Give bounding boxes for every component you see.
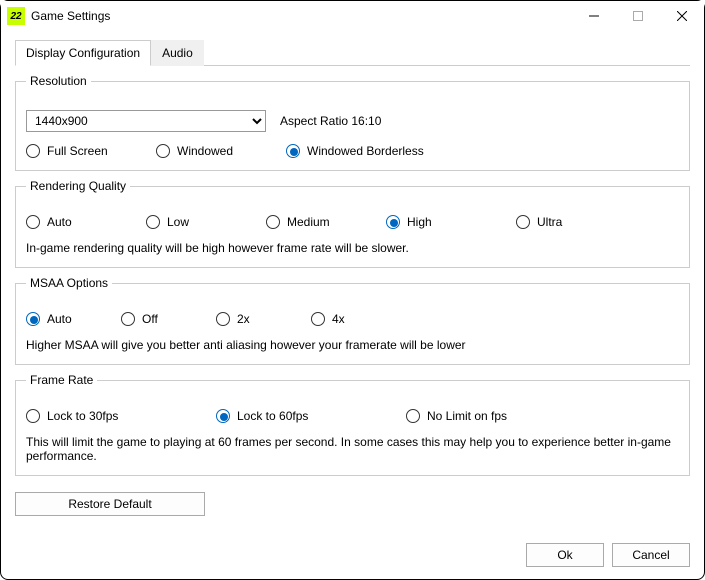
radio-msaa-2x[interactable]: 2x (216, 312, 311, 326)
radio-borderless[interactable]: Windowed Borderless (286, 144, 424, 158)
radio-quality-ultra[interactable]: Ultra (516, 215, 636, 229)
radio-label: Off (142, 312, 158, 326)
cancel-button[interactable]: Cancel (612, 543, 690, 567)
radio-icon (26, 312, 40, 326)
fieldset-quality: Rendering Quality Auto Low Medium High U… (15, 179, 690, 268)
legend-quality: Rendering Quality (26, 179, 130, 193)
radio-label: Windowed Borderless (307, 144, 424, 158)
radio-icon (26, 215, 40, 229)
radio-icon (216, 312, 230, 326)
radio-msaa-auto[interactable]: Auto (26, 312, 121, 326)
resolution-select[interactable]: 1440x900 (26, 110, 266, 132)
radio-icon (266, 215, 280, 229)
radio-fps-nolimit[interactable]: No Limit on fps (406, 409, 507, 423)
app-icon: 22 (7, 7, 25, 25)
radio-quality-auto[interactable]: Auto (26, 215, 146, 229)
radio-label: High (407, 215, 432, 229)
radio-icon (516, 215, 530, 229)
ok-button[interactable]: Ok (526, 543, 604, 567)
radio-windowed[interactable]: Windowed (156, 144, 286, 158)
radio-label: Auto (47, 215, 72, 229)
radio-icon (121, 312, 135, 326)
legend-msaa: MSAA Options (26, 276, 112, 290)
radio-icon (406, 409, 420, 423)
radio-icon (286, 144, 300, 158)
fps-description: This will limit the game to playing at 6… (26, 435, 679, 463)
fieldset-msaa: MSAA Options Auto Off 2x 4x Higher MSAA … (15, 276, 690, 365)
radio-msaa-off[interactable]: Off (121, 312, 216, 326)
fieldset-framerate: Frame Rate Lock to 30fps Lock to 60fps N… (15, 373, 690, 476)
radio-label: 2x (237, 312, 250, 326)
radio-quality-medium[interactable]: Medium (266, 215, 386, 229)
radio-quality-low[interactable]: Low (146, 215, 266, 229)
radio-icon (26, 409, 40, 423)
radio-msaa-4x[interactable]: 4x (311, 312, 406, 326)
radio-quality-high[interactable]: High (386, 215, 516, 229)
legend-framerate: Frame Rate (26, 373, 97, 387)
close-button[interactable] (660, 1, 704, 31)
content-area: Display Configuration Audio Resolution 1… (1, 31, 704, 530)
radio-label: Auto (47, 312, 72, 326)
radio-label: No Limit on fps (427, 409, 507, 423)
radio-label: Ultra (537, 215, 562, 229)
radio-label: Full Screen (47, 144, 108, 158)
radio-label: Lock to 30fps (47, 409, 118, 423)
radio-label: Medium (287, 215, 330, 229)
radio-icon (146, 215, 160, 229)
titlebar: 22 Game Settings (1, 1, 704, 31)
radio-fps-30[interactable]: Lock to 30fps (26, 409, 216, 423)
maximize-icon (633, 11, 643, 21)
radio-icon (386, 215, 400, 229)
tab-audio[interactable]: Audio (151, 40, 204, 66)
radio-fullscreen[interactable]: Full Screen (26, 144, 156, 158)
radio-icon (156, 144, 170, 158)
radio-label: Low (167, 215, 189, 229)
minimize-button[interactable] (572, 1, 616, 31)
minimize-icon (589, 11, 599, 21)
maximize-button[interactable] (616, 1, 660, 31)
tab-display[interactable]: Display Configuration (15, 40, 151, 66)
restore-default-button[interactable]: Restore Default (15, 492, 205, 516)
radio-fps-60[interactable]: Lock to 60fps (216, 409, 406, 423)
legend-resolution: Resolution (26, 74, 91, 88)
radio-icon (311, 312, 325, 326)
msaa-description: Higher MSAA will give you better anti al… (26, 338, 679, 352)
radio-icon (216, 409, 230, 423)
radio-label: Windowed (177, 144, 233, 158)
quality-description: In-game rendering quality will be high h… (26, 241, 679, 255)
radio-label: Lock to 60fps (237, 409, 308, 423)
radio-icon (26, 144, 40, 158)
radio-label: 4x (332, 312, 345, 326)
tab-bar: Display Configuration Audio (15, 39, 690, 66)
dialog-footer: Ok Cancel (526, 543, 690, 567)
close-icon (677, 11, 687, 21)
fieldset-resolution: Resolution 1440x900 Aspect Ratio 16:10 F… (15, 74, 690, 171)
aspect-ratio-label: Aspect Ratio 16:10 (280, 114, 381, 128)
window-title: Game Settings (31, 9, 110, 23)
